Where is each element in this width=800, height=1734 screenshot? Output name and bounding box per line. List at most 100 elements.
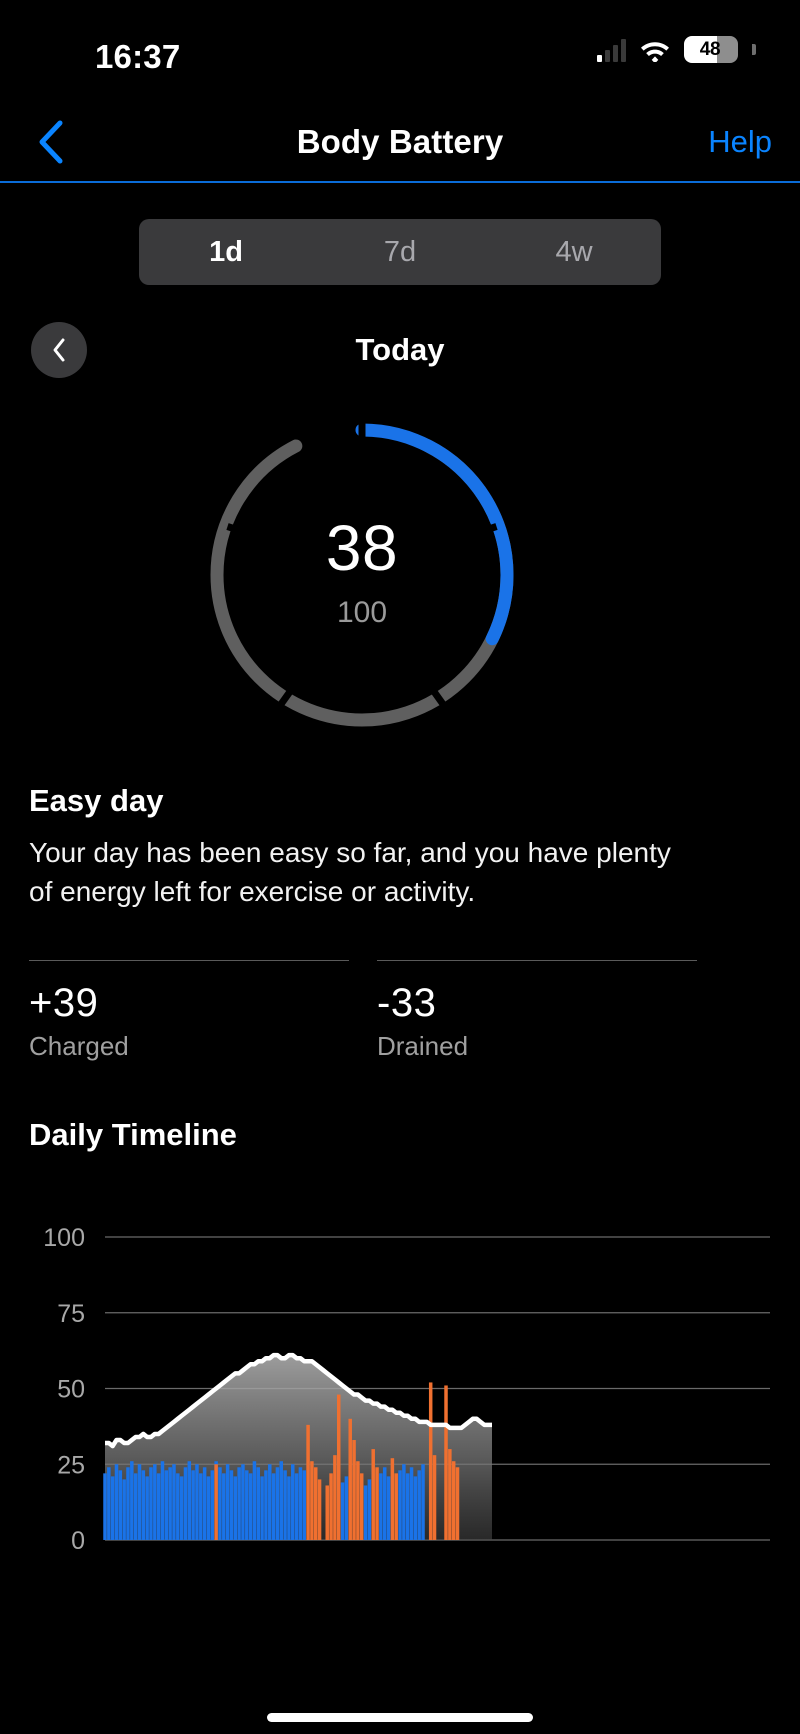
chart-bar xyxy=(336,1394,341,1540)
y-axis-tick-label: 100 xyxy=(43,1224,85,1252)
chart-bar xyxy=(107,1467,111,1540)
chart-bar xyxy=(202,1467,207,1540)
y-axis-tick-label: 75 xyxy=(57,1300,85,1328)
stat-drained: -33 Drained xyxy=(377,960,697,1059)
chart-bar xyxy=(367,1479,372,1540)
chart-bar xyxy=(256,1467,261,1540)
chart-bar xyxy=(160,1461,165,1540)
chart-bar xyxy=(291,1464,295,1540)
battery-icon: 48 xyxy=(684,36,738,63)
chart-bar xyxy=(382,1467,387,1540)
chart-bar xyxy=(214,1464,218,1540)
chart-bar xyxy=(164,1470,169,1540)
y-axis-tick-label: 0 xyxy=(71,1527,85,1555)
stat-divider xyxy=(29,960,349,961)
chart-bar xyxy=(386,1476,391,1540)
chart-bar xyxy=(145,1476,149,1540)
y-axis-tick-label: 25 xyxy=(57,1451,85,1479)
chart-bar xyxy=(237,1467,241,1540)
chart-bar xyxy=(363,1485,368,1540)
chart-bar xyxy=(141,1470,146,1540)
chart-bar xyxy=(195,1464,199,1540)
wifi-icon xyxy=(639,38,671,62)
chart-bar xyxy=(325,1485,329,1540)
chart-bar xyxy=(133,1473,138,1540)
gauge-value: 38 xyxy=(325,512,399,584)
chart-bar xyxy=(183,1467,188,1540)
chart-bar xyxy=(287,1476,291,1540)
chart-bar xyxy=(264,1470,268,1540)
range-option-7d[interactable]: 7d xyxy=(313,219,487,285)
chart-bar xyxy=(210,1470,215,1540)
chart-y-axis-labels: 0 25 50 75 100 xyxy=(43,1224,85,1555)
chart-bar xyxy=(122,1479,126,1540)
chart-bar xyxy=(352,1440,356,1540)
chart-bar xyxy=(252,1461,257,1540)
chart-bar xyxy=(271,1473,276,1540)
chart-bar xyxy=(340,1482,345,1540)
nav-divider xyxy=(0,181,800,183)
chart-bar xyxy=(191,1470,195,1540)
chart-bar xyxy=(359,1473,364,1540)
chart-bar xyxy=(179,1476,184,1540)
range-selector[interactable]: 1d 7d 4w xyxy=(139,219,661,285)
chart-bar xyxy=(275,1467,280,1540)
chart-bar xyxy=(333,1455,337,1540)
chart-bar xyxy=(149,1467,153,1540)
chart-bar xyxy=(394,1473,398,1540)
y-axis-tick-label: 50 xyxy=(57,1376,85,1404)
chart-bar xyxy=(153,1464,157,1540)
chart-bar xyxy=(260,1476,264,1540)
range-option-4w[interactable]: 4w xyxy=(487,219,661,285)
chart-bar xyxy=(371,1449,375,1540)
body-battery-gauge: 38 100 xyxy=(195,408,529,742)
chart-bar xyxy=(455,1467,460,1540)
chart-bar xyxy=(348,1418,352,1540)
chart-bar xyxy=(156,1473,161,1540)
chart-bar xyxy=(306,1424,310,1540)
stat-divider xyxy=(377,960,697,961)
timeline-title: Daily Timeline xyxy=(29,1117,237,1152)
chart-bar xyxy=(428,1382,433,1540)
chart-bar xyxy=(233,1476,238,1540)
chart-bar xyxy=(241,1464,245,1540)
page-title: Body Battery xyxy=(296,123,504,160)
chart-bar xyxy=(245,1470,249,1540)
chart-bar xyxy=(432,1455,437,1540)
chart-bar xyxy=(317,1479,322,1540)
stat-drained-label: Drained xyxy=(377,1031,469,1061)
chart-bar xyxy=(402,1464,406,1540)
stat-charged-label: Charged xyxy=(29,1031,129,1061)
chart-bar xyxy=(329,1473,333,1540)
cellular-signal-icon xyxy=(597,38,626,62)
help-button[interactable]: Help xyxy=(708,104,772,180)
chart-bar xyxy=(206,1476,211,1540)
chart-bar xyxy=(298,1467,303,1540)
chart-bar xyxy=(110,1476,115,1540)
chart-bar xyxy=(199,1473,203,1540)
chart-bar xyxy=(118,1470,123,1540)
chart-bar xyxy=(444,1385,448,1540)
chart-bar xyxy=(187,1461,192,1540)
status-bar: 16:37 48 xyxy=(0,0,800,96)
chart-bar xyxy=(103,1473,107,1540)
chart-bar xyxy=(283,1470,287,1540)
summary-title: Easy day xyxy=(29,783,164,818)
chart-bar xyxy=(114,1464,119,1540)
current-day-label: Today xyxy=(355,332,445,367)
stat-drained-value: -33 xyxy=(377,981,437,1025)
chart-bar xyxy=(390,1458,395,1540)
chart-bar xyxy=(130,1461,134,1540)
home-indicator xyxy=(267,1713,533,1722)
chart-bar xyxy=(279,1461,283,1540)
status-bar-time: 16:37 xyxy=(95,38,181,75)
navigation-bar: Body Battery Help xyxy=(0,104,800,180)
chart-bar xyxy=(218,1467,222,1540)
chart-bar xyxy=(405,1473,410,1540)
daily-timeline-chart[interactable]: 0 25 50 75 100 xyxy=(0,1200,800,1700)
range-option-1d[interactable]: 1d xyxy=(139,219,313,285)
chart-bar xyxy=(168,1467,172,1540)
chart-bar xyxy=(176,1473,180,1540)
chart-bar xyxy=(126,1467,130,1540)
stat-charged-value: +39 xyxy=(29,981,99,1025)
